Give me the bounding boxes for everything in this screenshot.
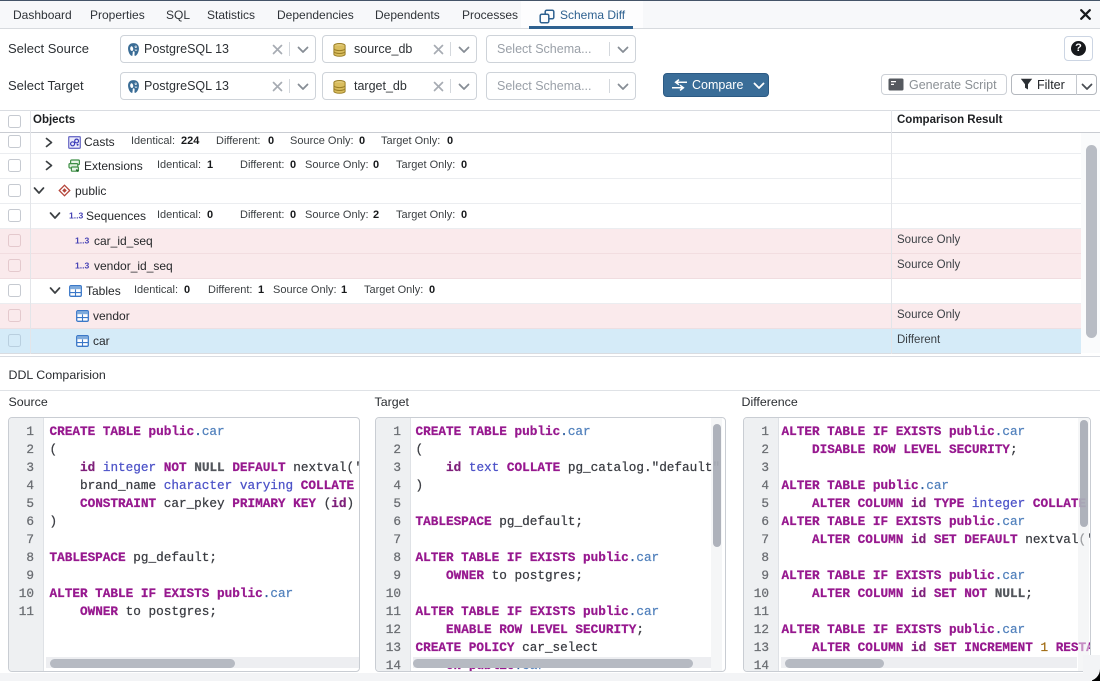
svg-text:1..3: 1..3	[69, 211, 84, 221]
svg-text:1..3: 1..3	[75, 261, 90, 271]
svg-text:1..3: 1..3	[75, 236, 90, 246]
